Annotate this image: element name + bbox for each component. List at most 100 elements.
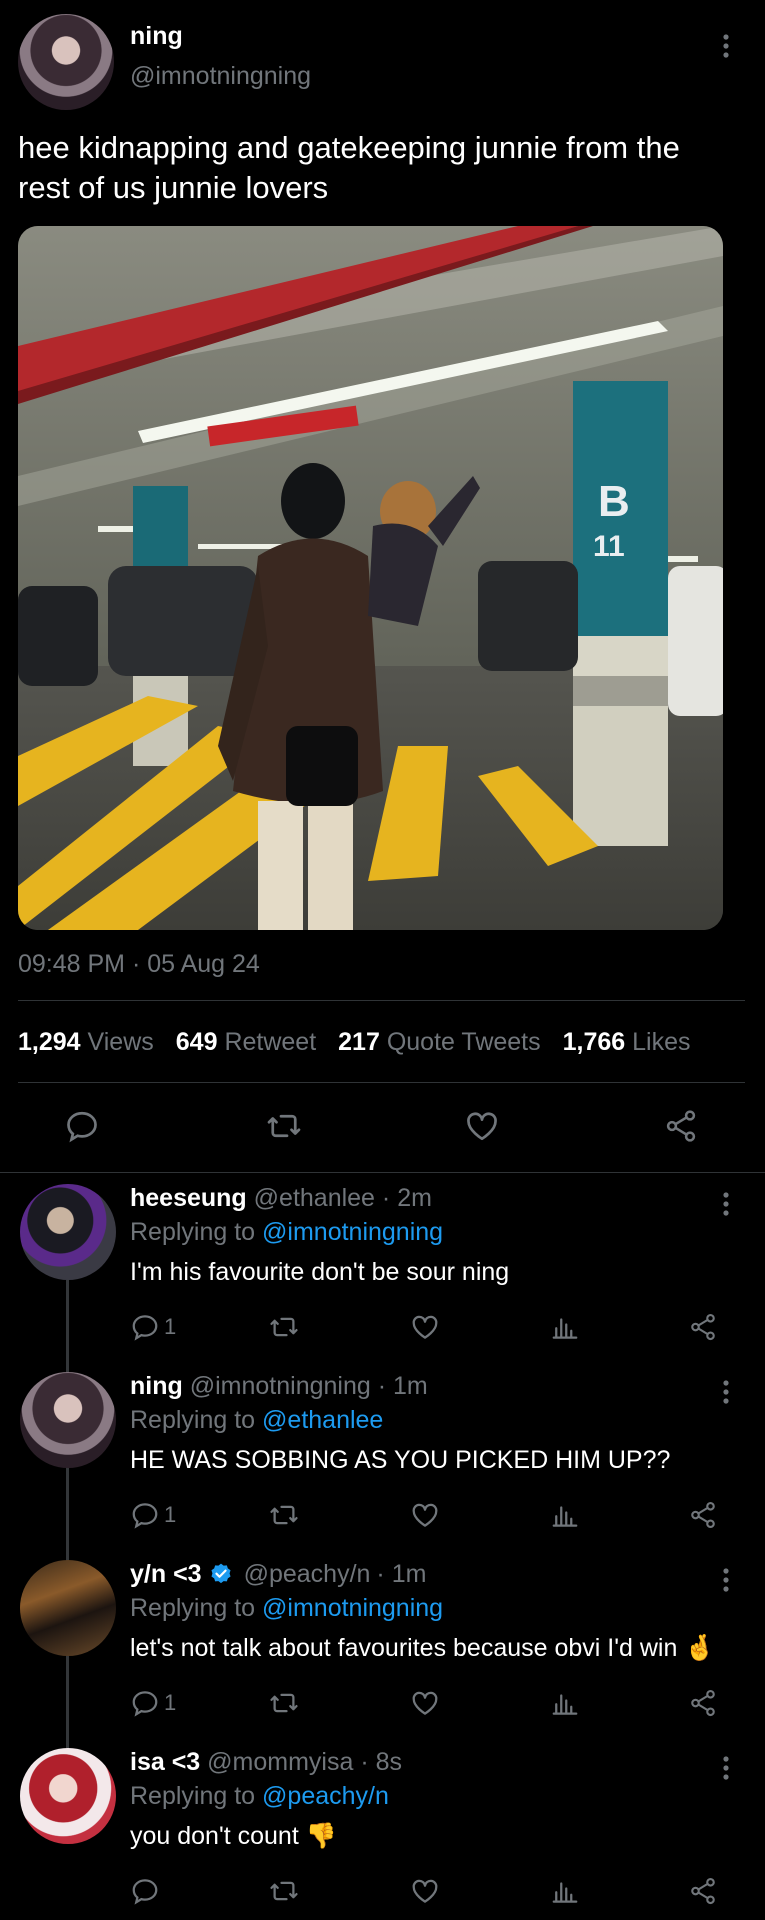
likes-stat[interactable]: 1,766 Likes	[563, 1028, 691, 1056]
more-options-icon[interactable]	[714, 1568, 738, 1592]
author-display-name[interactable]: ning	[130, 22, 183, 51]
divider	[0, 1172, 765, 1173]
more-options-icon[interactable]	[714, 34, 738, 58]
reply-count: 1	[164, 1502, 177, 1527]
avatar[interactable]	[20, 1560, 116, 1656]
heart-icon	[412, 1503, 438, 1527]
reply-handle[interactable]: @ethanlee	[254, 1184, 375, 1212]
tweet-stats: 1,294 Views 649 Retweet 217 Quote Tweets 1,…	[18, 1028, 691, 1057]
reply-header: heeseung @ethanlee · 2m	[130, 1184, 432, 1213]
share-button[interactable]	[662, 1108, 700, 1144]
reply-handle[interactable]: @mommyisa	[207, 1748, 353, 1776]
replying-to: Replying to @imnotningning	[130, 1218, 443, 1247]
reply[interactable]: isa <3 @mommyisa · 8s Replying to @peach…	[0, 1744, 765, 1920]
retweet-icon	[270, 1693, 298, 1713]
quotes-count: 217	[338, 1028, 380, 1056]
replying-to-link[interactable]: @ethanlee	[262, 1406, 383, 1434]
reply-icon	[67, 1111, 97, 1143]
reply-header: isa <3 @mommyisa · 8s	[130, 1748, 402, 1777]
retweet-button[interactable]	[265, 1108, 303, 1144]
share-icon	[691, 1689, 715, 1717]
analytics-icon	[552, 1506, 578, 1527]
replying-to: Replying to @ethanlee	[130, 1406, 383, 1435]
views-stat[interactable]: 1,294 Views	[18, 1028, 154, 1056]
reply-icon	[132, 1503, 158, 1529]
retweet-button[interactable]	[268, 1500, 300, 1530]
analytics-button[interactable]	[550, 1500, 580, 1530]
likes-count: 1,766	[562, 1028, 626, 1056]
views-count: 1,294	[18, 1028, 81, 1056]
like-button[interactable]	[409, 1688, 441, 1718]
quotes-stat[interactable]: 217 Quote Tweets	[338, 1028, 540, 1056]
more-options-icon[interactable]	[714, 1380, 738, 1404]
tweet-timestamp[interactable]: 09:48 PM · 05 Aug 24	[18, 950, 260, 979]
more-options-icon[interactable]	[714, 1756, 738, 1780]
author-avatar[interactable]	[18, 14, 114, 110]
replying-to-link[interactable]: @peachy/n	[262, 1782, 389, 1810]
share-icon	[666, 1110, 696, 1142]
reply-handle[interactable]: @imnotningning	[190, 1372, 371, 1400]
heart-icon	[412, 1315, 438, 1339]
share-button[interactable]	[688, 1312, 718, 1342]
analytics-button[interactable]	[550, 1688, 580, 1718]
share-button[interactable]	[688, 1688, 718, 1718]
verified-badge-icon	[211, 1563, 231, 1583]
like-button[interactable]	[409, 1312, 441, 1342]
pillar-sign-letter: B	[598, 477, 630, 526]
reply-handle[interactable]: @peachy/n	[244, 1560, 371, 1589]
replying-to-link[interactable]: @imnotningning	[262, 1218, 443, 1246]
reply-button[interactable]: 1	[130, 1688, 176, 1718]
avatar[interactable]	[20, 1372, 116, 1468]
heart-icon	[412, 1691, 438, 1715]
like-button[interactable]	[463, 1108, 501, 1144]
tweet-text: hee kidnapping and gatekeeping junnie fr…	[18, 128, 680, 208]
retweets-stat[interactable]: 649 Retweet	[176, 1028, 316, 1056]
reply[interactable]: heeseung @ethanlee · 2m Replying to @imn…	[0, 1180, 765, 1366]
reply[interactable]: ning @imnotningning · 1m Replying to @et…	[0, 1368, 765, 1554]
retweet-icon	[270, 1505, 298, 1525]
retweet-icon	[267, 1114, 301, 1138]
share-icon	[691, 1877, 715, 1905]
views-label: Views	[87, 1028, 154, 1056]
analytics-button[interactable]	[550, 1876, 580, 1906]
replying-to: Replying to @peachy/n	[130, 1782, 389, 1811]
share-button[interactable]	[688, 1876, 718, 1906]
retweet-button[interactable]	[268, 1876, 300, 1906]
analytics-button[interactable]	[550, 1312, 580, 1342]
reply-header: y/n <3 @peachy/n · 1m	[130, 1560, 426, 1589]
share-button[interactable]	[688, 1500, 718, 1530]
retweet-button[interactable]	[268, 1688, 300, 1718]
reply-display-name[interactable]: heeseung	[130, 1184, 247, 1212]
analytics-icon	[552, 1694, 578, 1715]
like-button[interactable]	[409, 1876, 441, 1906]
reply-display-name[interactable]: ning	[130, 1372, 183, 1400]
reply-display-name[interactable]: isa <3	[130, 1748, 200, 1776]
reply-count: 1	[164, 1690, 177, 1715]
reply-time[interactable]: · 8s	[360, 1748, 402, 1776]
quotes-label: Quote Tweets	[386, 1028, 541, 1056]
retweet-button[interactable]	[268, 1312, 300, 1342]
like-button[interactable]	[409, 1500, 441, 1530]
reply-time[interactable]: · 1m	[378, 1372, 428, 1400]
reply-text: let's not talk about favourites because …	[130, 1634, 716, 1662]
reply[interactable]: y/n <3 @peachy/n · 1m Replying to @imnot…	[0, 1556, 765, 1742]
share-icon	[691, 1501, 715, 1529]
more-options-icon[interactable]	[714, 1192, 738, 1216]
avatar[interactable]	[20, 1748, 116, 1844]
reply-button[interactable]: 1	[130, 1500, 176, 1530]
replying-to: Replying to @imnotningning	[130, 1594, 443, 1623]
reply-display-name[interactable]: y/n <3	[130, 1560, 202, 1589]
analytics-icon	[552, 1318, 578, 1339]
reply-time[interactable]: · 2m	[382, 1184, 432, 1212]
tweet-photo[interactable]: B 11	[18, 226, 723, 930]
heart-icon	[467, 1112, 497, 1141]
reply-button[interactable]	[64, 1108, 100, 1144]
reply-button[interactable]	[130, 1876, 160, 1906]
replying-to-prefix: Replying to	[130, 1218, 256, 1246]
author-handle[interactable]: @imnotningning	[130, 62, 311, 91]
reply-time[interactable]: · 1m	[376, 1560, 426, 1589]
reply-button[interactable]: 1	[130, 1312, 176, 1342]
replying-to-link[interactable]: @imnotningning	[262, 1594, 443, 1622]
reply-text: I'm his favourite don't be sour ning	[130, 1258, 510, 1286]
avatar[interactable]	[20, 1184, 116, 1280]
